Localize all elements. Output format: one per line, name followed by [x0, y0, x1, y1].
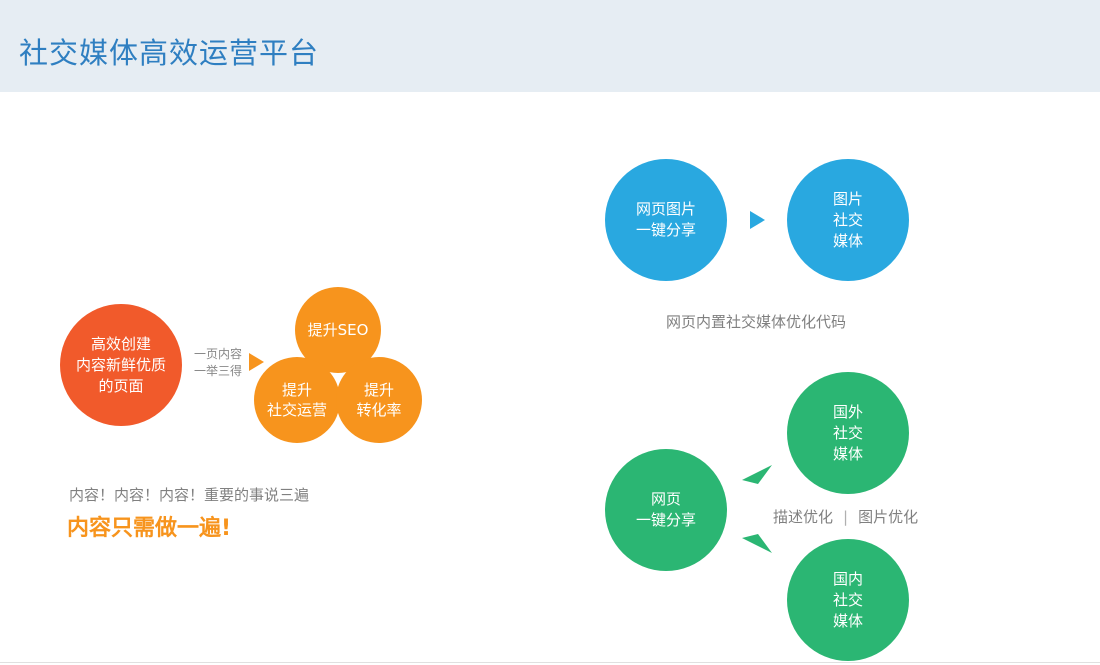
image-social-line-3: 媒体	[832, 231, 863, 250]
web-image-share-circle: 网页图片 一键分享	[605, 159, 727, 281]
create-line-1: 高效创建	[90, 334, 151, 353]
web-share-circle: 网页 一键分享	[605, 449, 727, 571]
foreign-line-2: 社交	[832, 423, 863, 442]
social-line-2: 社交运营	[266, 401, 327, 419]
bottom-divider	[0, 662, 1100, 663]
embedded-code-caption: 网页内置社交媒体优化代码	[666, 313, 847, 331]
conversion-line-2: 转化率	[356, 401, 402, 419]
one-page-line-1: 一页内容	[193, 347, 242, 361]
foreign-social-circle: 国外 社交 媒体	[787, 372, 909, 494]
domestic-line-2: 社交	[832, 590, 863, 609]
domestic-line-3: 媒体	[832, 611, 863, 630]
web-image-line-2: 一键分享	[635, 221, 696, 239]
seo-line-1: 提升SEO	[307, 321, 369, 339]
description-optimization-label: 描述优化	[773, 508, 834, 526]
create-content-circle: 高效创建 内容新鲜优质 的页面	[60, 304, 182, 426]
repeat-text: 内容！内容！内容！重要的事说三遍	[69, 486, 310, 504]
one-page-line-2: 一举三得	[193, 364, 242, 378]
social-line-1: 提升	[281, 381, 312, 399]
create-line-3: 的页面	[98, 376, 144, 395]
web-image-line-1: 网页图片	[635, 200, 696, 218]
foreign-line-3: 媒体	[832, 444, 863, 463]
social-ops-circle: 提升 社交运营	[254, 357, 340, 443]
domestic-social-circle: 国内 社交 媒体	[787, 539, 909, 661]
caption-separator: |	[843, 508, 849, 526]
domestic-line-1: 国内	[832, 569, 863, 588]
orange-arrow-icon	[249, 353, 264, 371]
green-arrow-down-icon	[742, 534, 772, 553]
image-social-line-1: 图片	[832, 189, 863, 208]
one-page-label: 一页内容 一举三得	[189, 346, 247, 380]
image-social-circle: 图片 社交 媒体	[787, 159, 909, 281]
optimization-caption: 描述优化 | 图片优化	[773, 506, 918, 527]
web-share-line-2: 一键分享	[635, 511, 696, 529]
image-optimization-label: 图片优化	[858, 508, 919, 526]
green-arrow-up-icon	[742, 465, 772, 484]
blue-arrow-icon	[750, 211, 765, 229]
create-line-2: 内容新鲜优质	[75, 355, 166, 374]
once-text: 内容只需做一遍!	[67, 516, 232, 541]
image-social-line-2: 社交	[832, 210, 863, 229]
conversion-circle: 提升 转化率	[336, 357, 422, 443]
conversion-line-1: 提升	[363, 381, 394, 399]
foreign-line-1: 国外	[832, 402, 863, 421]
web-share-line-1: 网页	[650, 490, 681, 508]
